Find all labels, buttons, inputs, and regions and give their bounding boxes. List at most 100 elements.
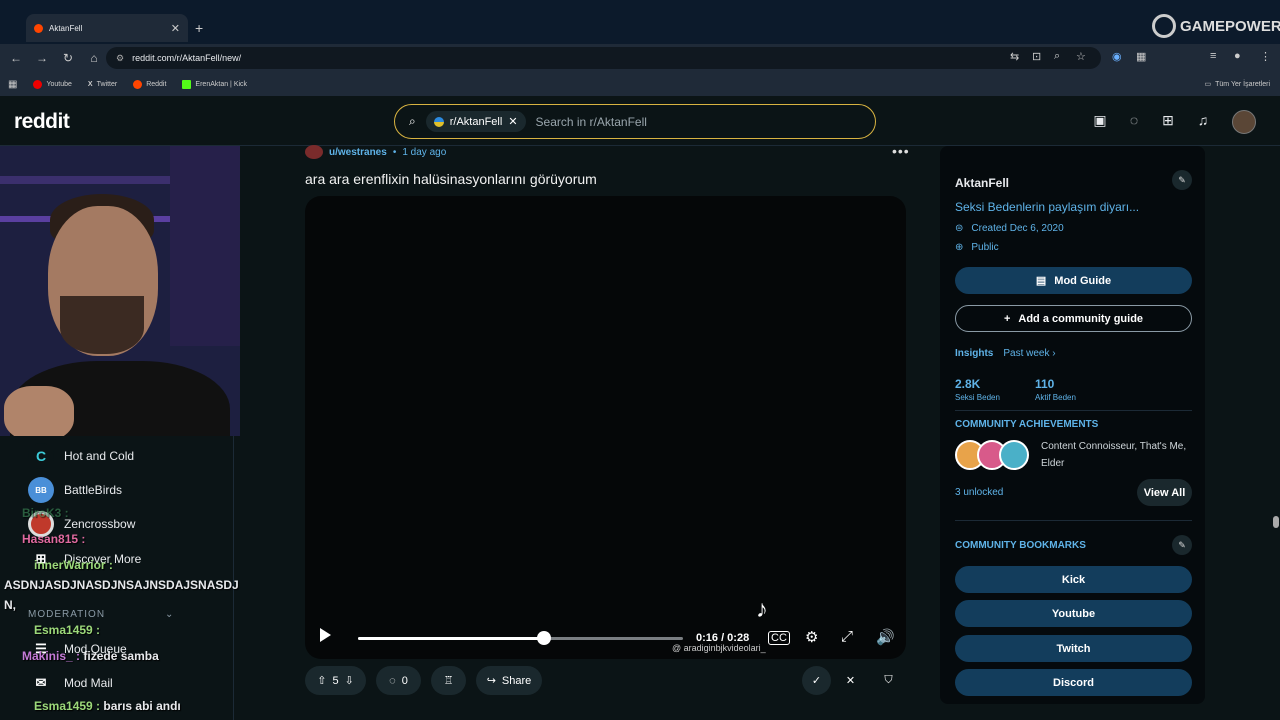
site-info-icon[interactable]: ⚙ [116,53,124,64]
bookmarks-heading: COMMUNITY BOOKMARKS [955,540,1086,551]
create-post-icon[interactable]: ⊞ [1157,112,1179,134]
streamer-hand [4,386,74,436]
author-avatar[interactable] [305,145,323,159]
mod-guide-button[interactable]: ▤ Mod Guide [955,267,1192,294]
ad-icon[interactable]: ▣ [1089,112,1111,134]
scrubber-handle[interactable] [536,631,551,645]
settings-gear-icon[interactable]: ⚙ [805,628,818,646]
tiktok-logo-icon: ♪ [756,596,768,623]
divider [955,410,1192,411]
vote-buttons: ⇧ 5 ⇩ [305,666,366,695]
mod-shield-button[interactable]: ⛉ [874,666,903,695]
apps-icon[interactable]: ▦ [8,79,17,90]
chevron-down-icon[interactable]: ⌄ [165,609,174,620]
browser-tabbar [0,0,1280,44]
install-icon[interactable]: ⊡ [1032,50,1041,63]
url-text: reddit.com/r/AktanFell/new/ [132,53,242,63]
chat-message: Esma1459 : barıs abi andı [34,699,181,713]
notification-bell-icon[interactable]: ♫ [1192,112,1214,134]
community-description: Seksi Bedenlerin paylaşım diyarı... [955,200,1140,214]
insights-period[interactable]: Past week › [1003,348,1055,359]
add-community-guide-button[interactable]: + Add a community guide [955,305,1192,332]
close-icon: ✕ [845,675,856,687]
edit-pencil-icon[interactable]: ✎ [1172,535,1192,555]
new-tab-icon[interactable]: + [195,20,203,36]
downvote-icon[interactable]: ⇩ [345,674,354,687]
comments-button[interactable]: ◌ 0 [376,666,421,695]
menu-icon[interactable]: ⋮ [1260,50,1271,63]
more-options-icon[interactable]: ••• [892,143,910,159]
extension-icon[interactable]: ◉ [1112,50,1122,63]
video-time: 0:16 / 0:28 [696,632,750,644]
chat-icon[interactable]: ◌ [1123,112,1145,134]
achievement-badge-icon[interactable] [999,440,1029,470]
community-icon [433,116,444,127]
close-tab-icon[interactable]: ✕ [171,22,180,35]
address-bar[interactable]: ⚙ reddit.com/r/AktanFell/new/ [106,47,1101,69]
play-icon[interactable] [320,628,331,642]
watermark-text: GAMEPOWER [1180,17,1280,35]
user-avatar[interactable] [1232,110,1256,134]
post-title[interactable]: ara ara erenflixin halüsinasyonlarını gö… [305,171,597,187]
remove-button[interactable]: ✕ [836,666,865,695]
approve-button[interactable]: ✓ [802,666,831,695]
game-battlebirds[interactable]: BB BattleBirds [28,477,122,503]
bookmark-twitter[interactable]: X Twitter [88,81,117,88]
home-icon[interactable]: ⌂ [82,51,106,65]
upvote-icon[interactable]: ⇧ [317,674,326,687]
moderation-heading[interactable]: MODERATION ⌄ [28,609,174,620]
bookmark-twitch-button[interactable]: Twitch [955,635,1192,662]
cake-icon: ⊜ [955,223,964,234]
award-button[interactable]: ♖ [431,666,466,695]
zoom-icon[interactable]: ⌕ [1054,50,1060,63]
nav-label: Hot and Cold [64,449,135,463]
browser-tab[interactable]: AktanFell ✕ [26,14,188,42]
volume-icon[interactable]: 🔊 [876,628,895,646]
game-hot-and-cold[interactable]: C Hot and Cold [28,443,134,469]
post-author[interactable]: u/westranes [329,147,387,158]
bookmark-star-icon[interactable]: ☆ [1076,50,1086,63]
insights-header[interactable]: Insights Past week › [955,348,1056,359]
bookmark-youtube[interactable]: Youtube [33,79,72,89]
bookmark-discord-button[interactable]: Discord [955,669,1192,696]
search-community-chip[interactable]: r/AktanFell ✕ [425,111,526,132]
scrollbar-thumb[interactable] [1273,516,1279,528]
share-button[interactable]: ↪ Share [476,666,542,695]
bookmark-reddit[interactable]: Reddit [133,79,167,89]
achievements-list: Content Connoisseur, That's Me, Elder [1041,441,1187,469]
edit-pencil-icon[interactable]: ✎ [1172,170,1192,190]
fullscreen-icon[interactable]: ⤢ [841,628,853,645]
view-all-button[interactable]: View All [1137,479,1192,506]
reload-icon[interactable]: ↻ [56,51,80,65]
scrollbar[interactable] [1272,146,1280,704]
translate-icon[interactable]: ⇆ [1010,50,1019,63]
bookmark-kick-button[interactable]: Kick [955,566,1192,593]
extensions-icon[interactable]: ▦ [1136,50,1146,63]
search-bar[interactable]: ⌕ r/AktanFell ✕ Search in r/AktanFell [394,104,876,139]
video-player[interactable] [305,196,906,659]
bookmark-kick[interactable]: ErenAktan | Kick [182,79,248,89]
bookmark-label: Reddit [146,80,167,88]
chat-message: N, [4,598,16,612]
stat-members: 2.8K Seksi Beden [955,377,1000,402]
forward-icon[interactable]: → [30,51,54,65]
all-bookmarks[interactable]: ▭ Tüm Yer İşaretleri [1205,80,1270,89]
media-icon[interactable]: ≡ [1210,50,1216,62]
back-icon[interactable]: ← [4,51,28,65]
remove-chip-icon[interactable]: ✕ [508,115,517,128]
meta-text: Public [971,242,999,253]
stat-value: 2.8K [955,377,981,391]
stat-label: Aktif Beden [1035,393,1076,402]
streamer-beard [60,296,144,354]
bookmarks-bar: ▦ Youtube X Twitter Reddit ErenAktan | Ki… [0,72,1280,96]
video-progress-fill [358,637,544,640]
bookmark-youtube-button[interactable]: Youtube [955,600,1192,627]
youtube-icon [33,79,43,89]
bookmark-label: ErenAktan | Kick [195,80,248,88]
reddit-icon [133,79,143,89]
captions-icon[interactable]: CC [768,631,790,645]
profile-icon[interactable]: ● [1234,50,1241,62]
reddit-logo[interactable]: reddit [14,110,70,134]
vote-count: 5 [332,674,339,687]
mod-mail[interactable]: ✉ Mod Mail [28,670,113,696]
